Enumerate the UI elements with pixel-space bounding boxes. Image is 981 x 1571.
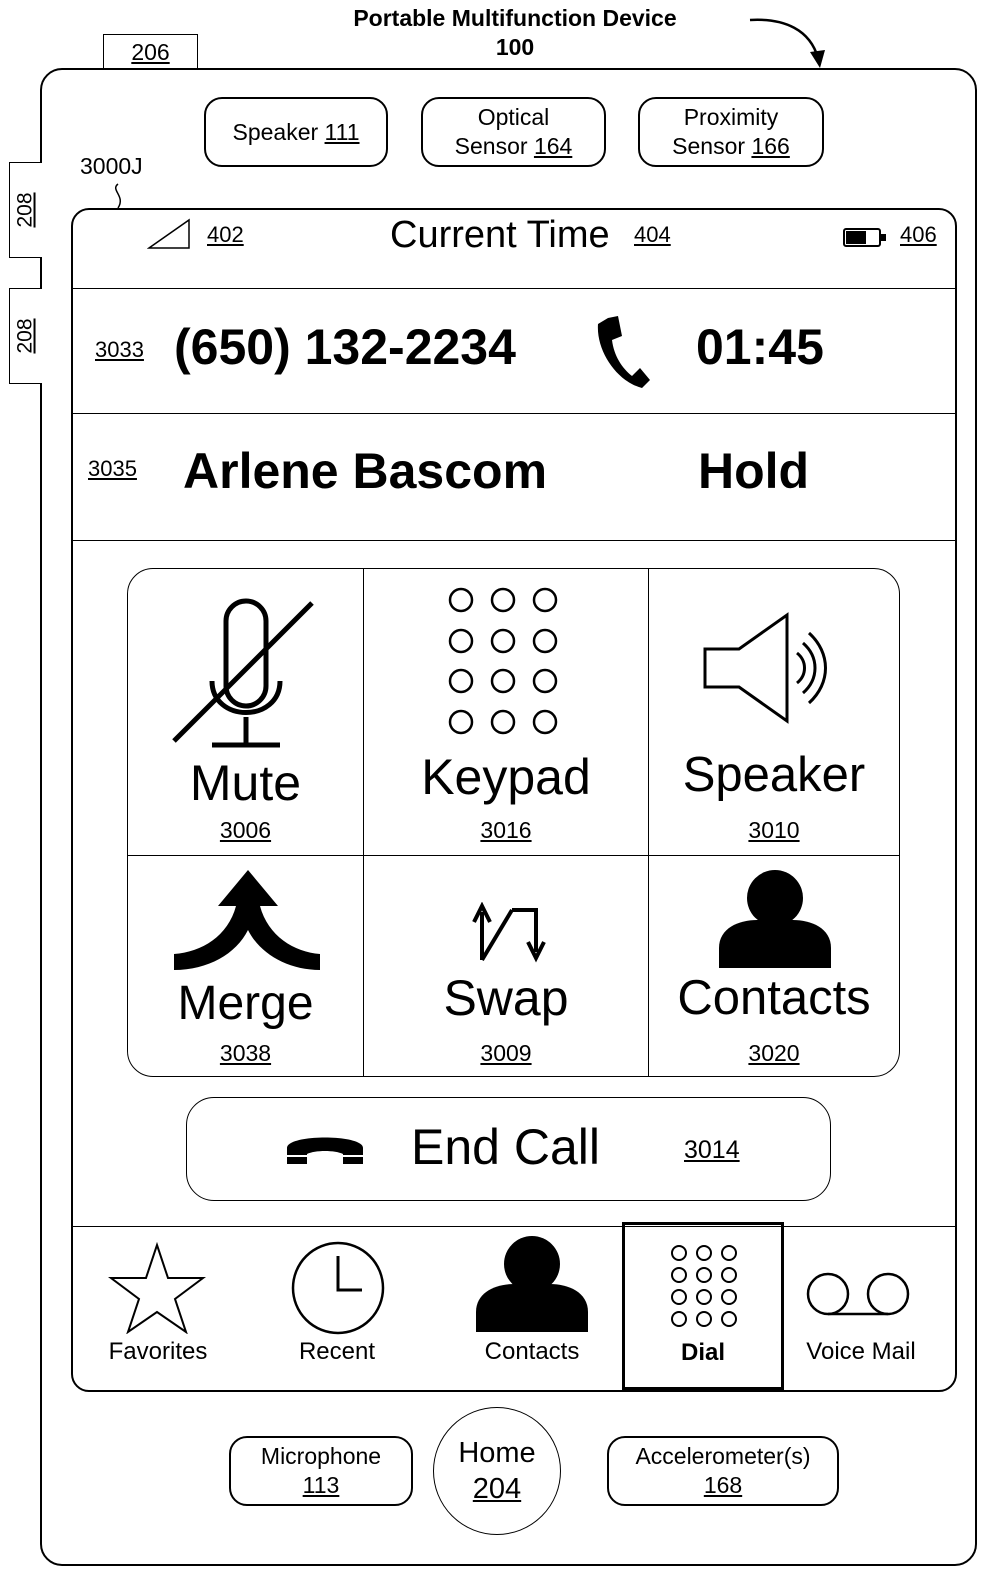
call-row-divider bbox=[72, 413, 956, 414]
swap-ref: 3009 bbox=[480, 1040, 532, 1066]
person-icon bbox=[719, 870, 831, 968]
mute-ref: 3006 bbox=[219, 817, 272, 843]
muted-microphone-icon bbox=[172, 598, 314, 748]
home-ref: 204 bbox=[472, 1473, 522, 1505]
keypad-icon bbox=[448, 587, 558, 735]
end-call-ref: 3014 bbox=[684, 1136, 740, 1164]
proximity-sensor-label: Proximity Sensor 166 bbox=[638, 97, 824, 167]
merge-ref: 3038 bbox=[219, 1040, 272, 1066]
microphone-hardware-label: Microphone 113 bbox=[229, 1436, 413, 1506]
keypad-icon bbox=[671, 1245, 737, 1327]
keypad-ref: 3016 bbox=[480, 817, 532, 843]
swap-arrows-icon bbox=[472, 902, 546, 963]
call-status: Hold bbox=[698, 443, 810, 499]
contacts-button[interactable]: Contacts 3020 bbox=[649, 856, 899, 1076]
call-duration: 01:45 bbox=[696, 319, 824, 375]
keypad-button[interactable]: Keypad 3016 bbox=[364, 569, 648, 855]
speaker-label: Speaker bbox=[682, 748, 866, 802]
star-icon bbox=[108, 1242, 206, 1334]
tab-contacts[interactable]: Contacts bbox=[456, 1228, 608, 1388]
phone-number: (650) 132-2234 bbox=[174, 319, 516, 375]
contact-row-ref: 3035 bbox=[88, 456, 137, 481]
voicemail-icon bbox=[806, 1272, 910, 1316]
microphone-ref: 113 bbox=[302, 1472, 340, 1498]
merge-arrow-icon bbox=[174, 870, 320, 970]
hang-up-icon bbox=[287, 1137, 363, 1164]
end-call-label: End Call bbox=[411, 1119, 600, 1175]
home-label: Home bbox=[458, 1437, 536, 1469]
merge-label: Merge bbox=[177, 977, 314, 1030]
speaker-button[interactable]: Speaker 3010 bbox=[649, 569, 899, 855]
swap-label: Swap bbox=[443, 970, 569, 1026]
accelerometer-hardware-label: Accelerometer(s) 168 bbox=[607, 1436, 839, 1506]
speaker-hw-text: Speaker bbox=[232, 118, 325, 145]
contacts-ref: 3020 bbox=[748, 1040, 800, 1066]
optical-sensor-text: Sensor bbox=[454, 133, 534, 159]
speaker-hardware-label: Speaker 111 bbox=[204, 97, 388, 167]
tab-bar-divider bbox=[72, 1226, 956, 1227]
battery-ref: 406 bbox=[900, 222, 937, 247]
optical-sensor-ref: 164 bbox=[533, 133, 573, 159]
leader-squiggle-icon bbox=[115, 183, 121, 209]
current-time-label: Current Time bbox=[390, 214, 610, 256]
tab-contacts-label: Contacts bbox=[484, 1338, 580, 1365]
screen-ref-label: 3000J bbox=[80, 153, 143, 179]
figure-title: Portable Multifunction Device 100 bbox=[300, 4, 730, 62]
tab-recent[interactable]: Recent bbox=[262, 1228, 412, 1388]
signal-ref: 402 bbox=[207, 222, 244, 247]
current-time-ref: 404 bbox=[634, 222, 671, 247]
mute-button[interactable]: Mute 3006 bbox=[128, 569, 363, 855]
contact-name: Arlene Bascom bbox=[183, 443, 548, 499]
speaker-hw-ref: 111 bbox=[324, 118, 360, 145]
name-row-divider bbox=[72, 540, 956, 541]
speaker-ref: 3010 bbox=[748, 817, 800, 843]
microphone-label: Microphone bbox=[260, 1443, 382, 1469]
tab-dial[interactable]: Dial bbox=[622, 1222, 784, 1390]
mute-label: Mute bbox=[189, 755, 302, 811]
figure-title-line2: 100 bbox=[495, 34, 535, 60]
optical-sensor-line1: Optical bbox=[477, 104, 550, 130]
accelerometer-label: Accelerometer(s) bbox=[635, 1443, 811, 1469]
tab-voicemail[interactable]: Voice Mail bbox=[790, 1228, 932, 1388]
ref-206-label: 206 bbox=[131, 38, 170, 65]
merge-button[interactable]: Merge 3038 bbox=[128, 856, 363, 1076]
tab-favorites[interactable]: Favorites bbox=[82, 1228, 234, 1388]
call-row-ref: 3033 bbox=[95, 337, 144, 362]
proximity-sensor-text: Sensor bbox=[672, 133, 752, 159]
ref-208-label-lower: 208 bbox=[14, 318, 38, 354]
pointer-arrow-icon bbox=[749, 18, 825, 68]
battery-icon bbox=[843, 228, 886, 247]
ref-208-tab-upper: 208 bbox=[9, 162, 42, 258]
proximity-sensor-ref: 166 bbox=[751, 133, 790, 159]
accelerometer-ref: 168 bbox=[703, 1472, 743, 1498]
figure-title-line1: Portable Multifunction Device bbox=[353, 5, 677, 31]
speaker-icon bbox=[703, 612, 827, 724]
clock-icon bbox=[291, 1241, 385, 1335]
contacts-label: Contacts bbox=[677, 971, 871, 1025]
tab-favorites-label: Favorites bbox=[108, 1338, 208, 1365]
ref-206-tab: 206 bbox=[103, 34, 198, 70]
phone-handset-icon bbox=[597, 316, 650, 388]
proximity-sensor-line1: Proximity bbox=[683, 104, 779, 130]
tab-voicemail-label: Voice Mail bbox=[806, 1338, 916, 1365]
tab-recent-label: Recent bbox=[298, 1338, 376, 1365]
optical-sensor-label: Optical Sensor 164 bbox=[421, 97, 606, 167]
ref-208-tab-lower: 208 bbox=[9, 288, 42, 384]
status-bar-divider bbox=[72, 288, 956, 289]
signal-strength-icon bbox=[147, 218, 190, 249]
home-button[interactable]: Home 204 bbox=[433, 1407, 561, 1535]
person-icon bbox=[476, 1236, 588, 1332]
tab-dial-label: Dial bbox=[680, 1339, 725, 1366]
swap-button[interactable]: Swap 3009 bbox=[364, 856, 648, 1076]
end-call-button[interactable]: End Call 3014 bbox=[186, 1097, 831, 1201]
keypad-label: Keypad bbox=[421, 749, 591, 805]
ref-208-label-upper: 208 bbox=[14, 192, 38, 228]
